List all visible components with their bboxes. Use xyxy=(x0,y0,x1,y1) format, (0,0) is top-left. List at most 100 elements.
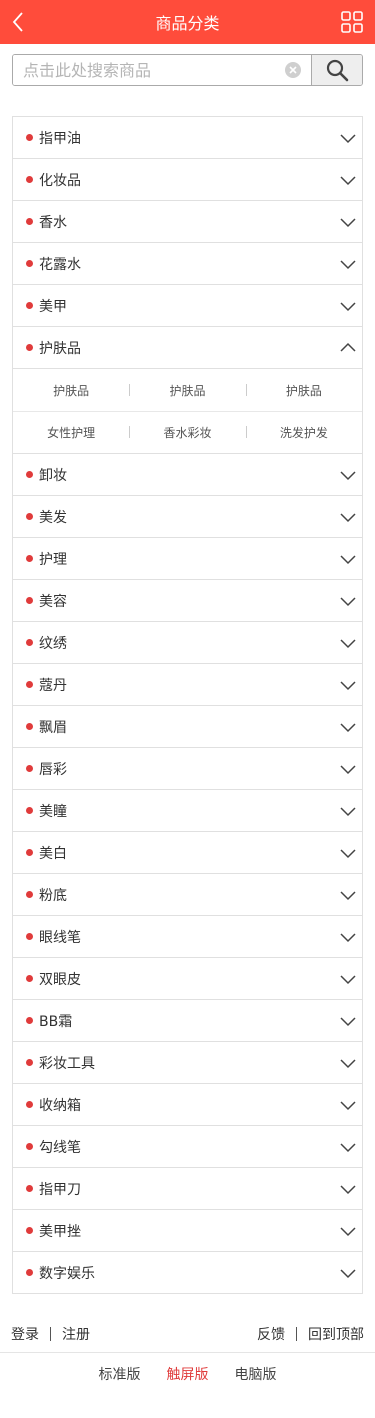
bullet-dot xyxy=(26,260,33,267)
category-item[interactable]: 指甲刀 xyxy=(13,1168,362,1210)
register-link[interactable]: 注册 xyxy=(62,1324,90,1344)
subcategory-link[interactable]: 女性护理 xyxy=(13,424,129,441)
category-label: 美发 xyxy=(39,509,67,526)
chevron-down-icon xyxy=(340,1101,356,1111)
footer-divider xyxy=(0,1352,375,1353)
category-item[interactable]: 纹绣 xyxy=(13,622,362,664)
category-label: 粉底 xyxy=(39,887,67,904)
category-item[interactable]: 粉底 xyxy=(13,874,362,916)
back-button[interactable] xyxy=(4,8,32,36)
bullet-dot xyxy=(26,218,33,225)
bullet-dot xyxy=(26,302,33,309)
category-item[interactable]: 护肤品 xyxy=(13,327,362,369)
category-label: 数字娱乐 xyxy=(39,1265,95,1282)
login-link[interactable]: 登录 xyxy=(11,1324,39,1344)
search-input[interactable] xyxy=(13,55,311,85)
subcategory-link[interactable]: 护肤品 xyxy=(245,382,362,399)
chevron-down-icon xyxy=(340,302,356,312)
category-item[interactable]: 指甲油 xyxy=(13,117,362,159)
version-desktop[interactable]: 电脑版 xyxy=(235,1364,277,1384)
category-item[interactable]: 双眼皮 xyxy=(13,958,362,1000)
bullet-dot xyxy=(26,1101,33,1108)
chevron-down-icon xyxy=(340,807,356,817)
category-item[interactable]: 美瞳 xyxy=(13,790,362,832)
back-to-top-link[interactable]: 回到顶部 xyxy=(308,1324,364,1344)
category-item[interactable]: 化妆品 xyxy=(13,159,362,201)
category-label: 化妆品 xyxy=(39,172,81,189)
category-label: BB霜 xyxy=(39,1013,73,1030)
category-item[interactable]: 眼线笔 xyxy=(13,916,362,958)
bullet-dot xyxy=(26,765,33,772)
bullet-dot xyxy=(26,344,33,351)
category-label: 勾线笔 xyxy=(39,1139,81,1156)
app-header: 商品分类 xyxy=(0,0,375,44)
bullet-dot xyxy=(26,134,33,141)
chevron-down-icon xyxy=(340,1269,356,1279)
subcategory-link[interactable]: 洗发护发 xyxy=(245,424,362,441)
category-item[interactable]: BB霜 xyxy=(13,1000,362,1042)
chevron-down-icon xyxy=(340,681,356,691)
bullet-dot xyxy=(26,1269,33,1276)
search-button[interactable] xyxy=(311,55,362,85)
footer-links: 登录 注册 反馈 回到顶部 xyxy=(0,1322,375,1344)
category-label: 飘眉 xyxy=(39,719,67,736)
category-item[interactable]: 唇彩 xyxy=(13,748,362,790)
chevron-down-icon xyxy=(340,597,356,607)
category-list: 指甲油 化妆品 香水 花露水 美甲 护肤品 护肤品 护肤品 护肤品 女性护理 香水彩妆 洗发护发 卸妆美… xyxy=(12,116,363,1294)
category-label: 美瞳 xyxy=(39,803,67,820)
category-label: 花露水 xyxy=(39,256,81,273)
subcategory-link[interactable]: 护肤品 xyxy=(13,382,129,399)
category-item[interactable]: 卸妆 xyxy=(13,454,362,496)
separator xyxy=(296,1327,297,1341)
chevron-down-icon xyxy=(340,723,356,733)
chevron-down-icon xyxy=(340,639,356,649)
category-item[interactable]: 数字娱乐 xyxy=(13,1252,362,1294)
clear-button[interactable] xyxy=(285,62,301,78)
category-label: 香水 xyxy=(39,214,67,231)
category-item[interactable]: 收纳箱 xyxy=(13,1084,362,1126)
chevron-down-icon xyxy=(340,1143,356,1153)
category-item[interactable]: 飘眉 xyxy=(13,706,362,748)
category-item[interactable]: 美容 xyxy=(13,580,362,622)
grid-icon xyxy=(341,11,363,33)
bullet-dot xyxy=(26,1143,33,1150)
separator xyxy=(50,1327,51,1341)
clear-icon xyxy=(285,62,301,78)
subcategory-link[interactable]: 护肤品 xyxy=(129,382,245,399)
subcategory-panel: 护肤品 护肤品 护肤品 女性护理 香水彩妆 洗发护发 xyxy=(13,369,362,454)
subcategory-link[interactable]: 香水彩妆 xyxy=(129,424,245,441)
menu-button[interactable] xyxy=(341,11,363,33)
bullet-dot xyxy=(26,471,33,478)
search-input-wrap xyxy=(13,55,311,85)
category-item[interactable]: 勾线笔 xyxy=(13,1126,362,1168)
category-label: 指甲油 xyxy=(39,130,81,147)
chevron-down-icon xyxy=(340,1017,356,1027)
category-item[interactable]: 香水 xyxy=(13,201,362,243)
search-bar xyxy=(12,54,363,86)
chevron-down-icon xyxy=(340,891,356,901)
category-label: 美白 xyxy=(39,845,67,862)
version-touch[interactable]: 触屏版 xyxy=(167,1364,209,1384)
chevron-down-icon xyxy=(340,176,356,186)
feedback-link[interactable]: 反馈 xyxy=(257,1324,285,1344)
category-item[interactable]: 蔻丹 xyxy=(13,664,362,706)
bullet-dot xyxy=(26,1017,33,1024)
chevron-up-icon xyxy=(340,342,356,352)
category-item[interactable]: 美白 xyxy=(13,832,362,874)
bullet-dot xyxy=(26,807,33,814)
page-title: 商品分类 xyxy=(155,14,220,33)
category-item[interactable]: 花露水 xyxy=(13,243,362,285)
category-item[interactable]: 彩妆工具 xyxy=(13,1042,362,1084)
category-label: 指甲刀 xyxy=(39,1181,81,1198)
bullet-dot xyxy=(26,723,33,730)
chevron-left-icon xyxy=(12,12,23,32)
version-standard[interactable]: 标准版 xyxy=(99,1364,141,1384)
category-label: 护理 xyxy=(39,551,67,568)
chevron-down-icon xyxy=(340,218,356,228)
search-icon xyxy=(326,59,349,82)
category-item[interactable]: 美甲挫 xyxy=(13,1210,362,1252)
chevron-down-icon xyxy=(340,975,356,985)
category-item[interactable]: 美发 xyxy=(13,496,362,538)
category-item[interactable]: 护理 xyxy=(13,538,362,580)
category-item[interactable]: 美甲 xyxy=(13,285,362,327)
